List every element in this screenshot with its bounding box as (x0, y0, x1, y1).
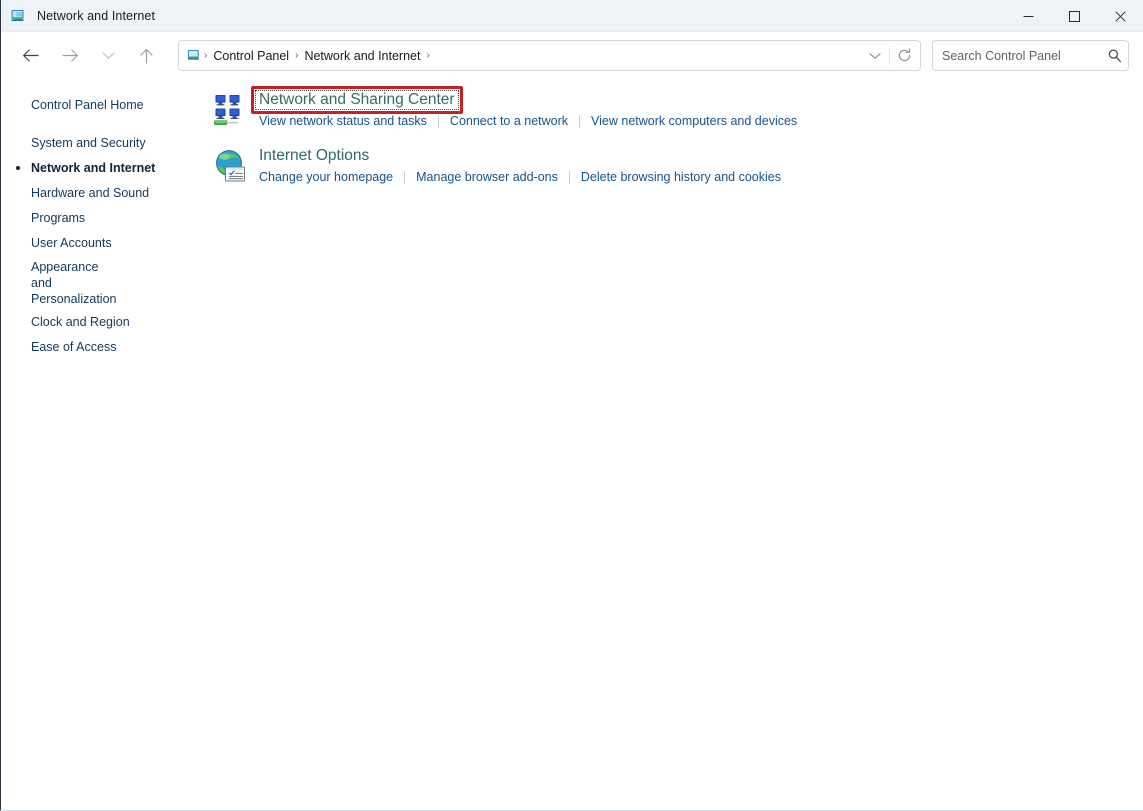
navigation-toolbar: › Control Panel › Network and Internet › (1, 32, 1143, 79)
category-network-and-sharing-center: Network and Sharing Center View network … (209, 86, 1143, 130)
category-title-network-and-sharing-center[interactable]: Network and Sharing Center (259, 89, 455, 111)
title-bar: Network and Internet (1, 0, 1143, 32)
sidebar: Control Panel Home System and Security N… (1, 79, 209, 810)
caption-buttons (1005, 0, 1143, 32)
link-separator (579, 114, 581, 128)
maximize-button[interactable] (1051, 0, 1097, 32)
link-view-network-status-and-tasks[interactable]: View network status and tasks (259, 112, 427, 130)
sidebar-item-network-and-internet[interactable]: Network and Internet (1, 156, 209, 181)
category-body: Internet Options Change your homepage Ma… (259, 145, 781, 186)
back-button[interactable] (15, 41, 45, 71)
control-panel-icon (186, 47, 203, 64)
link-separator (437, 114, 439, 128)
forward-button[interactable] (55, 41, 85, 71)
sidebar-item-clock-and-region[interactable]: Clock and Region (1, 310, 209, 335)
refresh-button[interactable] (890, 42, 918, 69)
link-separator (404, 170, 406, 184)
category-links: Change your homepage Manage browser add-… (259, 168, 781, 186)
up-button[interactable] (131, 41, 161, 71)
category-body: Network and Sharing Center View network … (251, 86, 797, 130)
search-icon[interactable] (1107, 48, 1122, 63)
search-input[interactable] (942, 48, 1107, 63)
link-separator (568, 170, 570, 184)
network-computers-icon (213, 92, 249, 128)
category-title-internet-options[interactable]: Internet Options (259, 145, 369, 167)
link-connect-to-a-network[interactable]: Connect to a network (450, 112, 568, 130)
window-title: Network and Internet (37, 8, 156, 23)
network-folder-icon (10, 7, 28, 25)
sidebar-item-ease-of-access[interactable]: Ease of Access (1, 335, 209, 360)
breadcrumb-item-control-panel[interactable]: Control Panel (208, 46, 294, 66)
address-dropdown-button[interactable] (861, 42, 889, 69)
sidebar-item-user-accounts[interactable]: User Accounts (1, 231, 209, 256)
link-change-your-homepage[interactable]: Change your homepage (259, 168, 393, 186)
search-box[interactable] (932, 40, 1129, 71)
main-content: Network and Sharing Center View network … (209, 79, 1143, 810)
link-delete-browsing-history-and-cookies[interactable]: Delete browsing history and cookies (581, 168, 781, 186)
address-bar[interactable]: › Control Panel › Network and Internet › (178, 40, 921, 71)
sidebar-item-system-and-security[interactable]: System and Security (1, 131, 209, 156)
breadcrumb-separator: › (426, 50, 430, 61)
link-view-network-computers-and-devices[interactable]: View network computers and devices (591, 112, 797, 130)
sidebar-item-appearance-and-personalization[interactable]: Appearance and Personalization (1, 256, 121, 310)
sidebar-item-control-panel-home[interactable]: Control Panel Home (1, 93, 209, 118)
chevron-down-icon[interactable] (93, 41, 123, 71)
control-panel-window: Network and Internet › Control Panel › N… (0, 0, 1143, 811)
category-links: View network status and tasks Connect to… (259, 112, 797, 130)
sidebar-item-programs[interactable]: Programs (1, 206, 209, 231)
internet-globe-options-icon (213, 148, 249, 184)
category-internet-options: Internet Options Change your homepage Ma… (209, 143, 1143, 186)
window-body: Control Panel Home System and Security N… (1, 79, 1143, 810)
close-button[interactable] (1097, 0, 1143, 32)
breadcrumb-item-network-and-internet[interactable]: Network and Internet (299, 46, 425, 66)
link-manage-browser-add-ons[interactable]: Manage browser add-ons (416, 168, 558, 186)
sidebar-item-hardware-and-sound[interactable]: Hardware and Sound (1, 181, 209, 206)
minimize-button[interactable] (1005, 0, 1051, 32)
